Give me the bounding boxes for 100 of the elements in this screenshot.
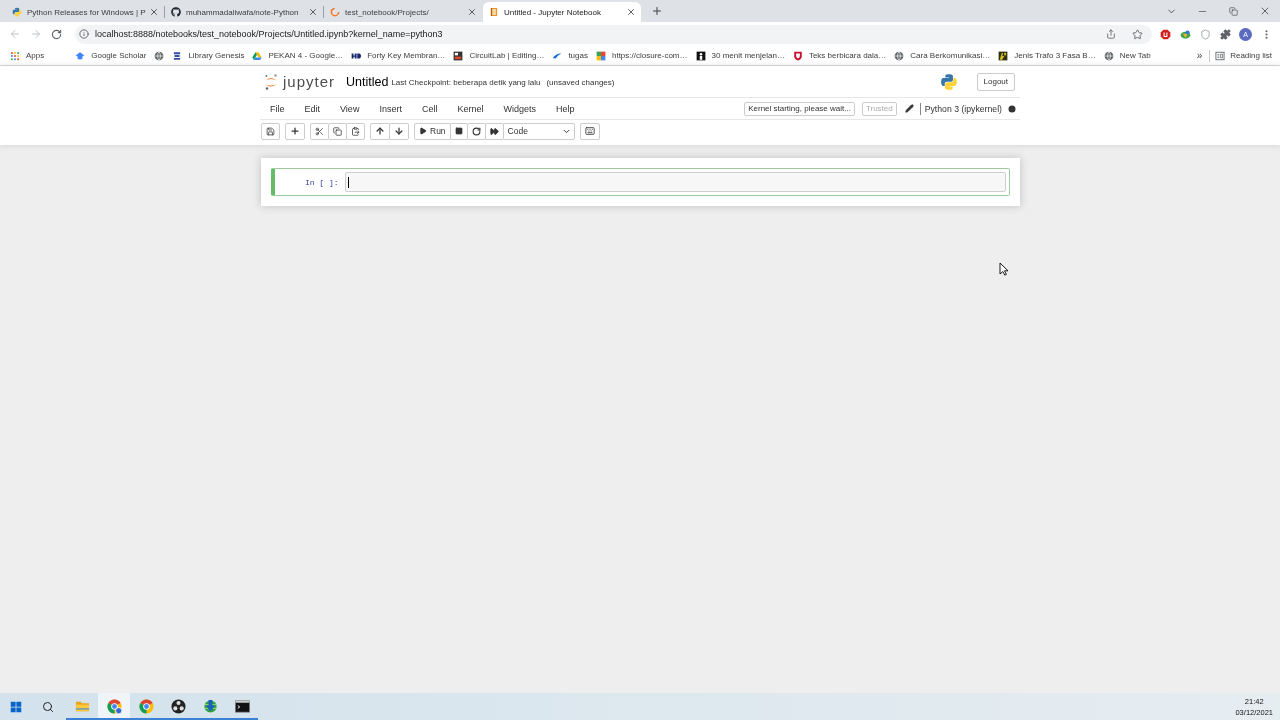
globe-icon	[1103, 50, 1114, 61]
menu-item[interactable]: Edit	[294, 98, 331, 119]
plus-icon	[651, 5, 663, 17]
bookmark[interactable]: Google Scholar	[71, 46, 151, 65]
checkpoint-status: Last Checkpoint: beberapa detik yang lalu	[391, 77, 541, 87]
paste-button[interactable]	[346, 122, 365, 140]
bookmark[interactable]: Library Genesis	[168, 46, 249, 65]
bookmark[interactable]: 30 menit menjelan…	[691, 46, 789, 65]
more-bookmarks-button[interactable]: »	[1192, 50, 1207, 61]
terminal-icon	[234, 699, 250, 714]
menu-item[interactable]: Help	[545, 98, 585, 119]
reading-list-button[interactable]: Reading list	[1215, 50, 1272, 61]
close-icon	[308, 7, 318, 17]
bookmark[interactable]: Teks berbicara dala…	[788, 46, 891, 65]
shield-icon	[1199, 28, 1211, 40]
reading-list-icon	[1215, 50, 1226, 61]
site-logo-icon	[453, 50, 464, 61]
tab-close-button[interactable]	[148, 6, 160, 18]
bookmark[interactable]: CircuitLab | Editing…	[449, 46, 549, 65]
stop-sign-icon	[1159, 28, 1171, 40]
bookmark[interactable]: tugas	[548, 46, 592, 65]
info-icon	[79, 29, 89, 39]
menu-item[interactable]: View	[330, 98, 370, 119]
search-icon	[42, 700, 54, 713]
run-button[interactable]: Run	[414, 122, 451, 140]
tab-close-button[interactable]	[625, 6, 637, 18]
bookmark[interactable]: Cara Berkomunikasi…	[890, 46, 995, 65]
person-figure-icon	[695, 50, 706, 61]
notebook-title[interactable]: Untitled	[346, 74, 389, 89]
tab-close-button[interactable]	[307, 6, 319, 18]
site-logo-icon	[595, 50, 606, 61]
mouse-pointer-icon	[999, 262, 1009, 276]
swoosh-icon	[552, 50, 563, 61]
share-icon	[1106, 29, 1116, 39]
browser-tab[interactable]: muhammadaliwafa/note-Python	[165, 2, 323, 22]
bookmark[interactable]: New Tab	[1099, 46, 1155, 65]
globe-arrow-icon	[202, 699, 218, 714]
menu-item[interactable]: Insert	[369, 98, 412, 119]
globe-icon	[894, 50, 905, 61]
apps-grid-icon	[10, 50, 20, 61]
python-logo-icon	[12, 7, 22, 17]
restart-icon	[471, 126, 481, 136]
bookmark[interactable]: PEKAN 4 - Google…	[248, 46, 348, 65]
tab-close-button[interactable]	[466, 6, 478, 18]
bookmark[interactable]: Forty Key Membran…	[347, 46, 450, 65]
kernel-status-dot-icon	[1008, 104, 1016, 113]
chrome-profile-icon	[106, 699, 122, 714]
close-icon	[626, 7, 636, 17]
book-stack-icon	[172, 50, 183, 61]
code-input-field[interactable]	[344, 172, 1006, 192]
kernel-name: Python 3 (ipykernel)	[919, 102, 1002, 115]
puzzle-icon	[1219, 28, 1231, 40]
browser-tab[interactable]: Untitled - Jupyter Notebook	[483, 2, 641, 22]
arrow-right-icon	[29, 28, 42, 40]
code-cell[interactable]: In [ ]:	[270, 168, 1010, 196]
menu-item[interactable]: Kernel	[447, 98, 494, 119]
move-down-button[interactable]	[389, 122, 409, 140]
stop-icon	[454, 127, 463, 135]
cell-type-select[interactable]: Code	[502, 122, 575, 140]
close-icon	[467, 7, 477, 17]
restore-icon	[1229, 6, 1238, 16]
github-icon	[171, 7, 181, 17]
pencil-icon	[904, 104, 914, 113]
play-icon	[419, 127, 427, 135]
restart-run-all-button[interactable]	[484, 122, 504, 140]
browser-tab[interactable]: test_notebook/Projects/	[324, 2, 482, 22]
jupyter-logo[interactable]: jupyter	[263, 73, 336, 90]
menu-item[interactable]: Widgets	[493, 98, 546, 119]
shield-logo-icon	[792, 50, 803, 61]
notebook-icon	[489, 7, 499, 17]
star-icon	[1131, 28, 1143, 40]
python-logo-icon	[939, 72, 958, 91]
save-button[interactable]	[261, 122, 280, 140]
loading-spinner-icon	[330, 7, 340, 17]
bookmark[interactable]: Apps	[6, 46, 49, 65]
restart-button[interactable]	[466, 122, 486, 140]
menu-item[interactable]: Cell	[411, 98, 448, 119]
triangle-logo-icon	[252, 50, 263, 61]
bookmark[interactable]: https://closure-com…	[591, 46, 692, 65]
mortarboard-icon	[75, 50, 86, 61]
cut-button[interactable]	[310, 122, 329, 140]
address-url: localhost:8888/notebooks/test_notebook/Projects/Untitled.ipynb?kernel_name=python3	[95, 29, 444, 39]
insert-cell-button[interactable]	[285, 122, 305, 140]
logout-button[interactable]: Logout	[976, 72, 1015, 91]
bookmark[interactable]: Jenis Trafo 3 Fasa B…	[994, 46, 1100, 65]
reload-icon	[51, 28, 62, 40]
autosave-status: (unsaved changes)	[546, 77, 615, 87]
paste-icon	[351, 126, 360, 136]
arrow-up-icon	[375, 126, 385, 136]
command-palette-button[interactable]	[579, 122, 600, 140]
arrow-left-icon	[8, 28, 21, 40]
jupyter-orbit-icon	[263, 73, 279, 90]
copy-icon	[333, 126, 342, 136]
menu-item[interactable]: File	[260, 98, 295, 119]
browser-tab[interactable]: Python Releases for Windows | P	[6, 2, 164, 22]
keyboard-icon	[584, 126, 595, 136]
copy-button[interactable]	[328, 122, 347, 140]
address-bar[interactable]: localhost:8888/notebooks/test_notebook/Projects/Untitled.ipynb?kernel_name=python3	[75, 24, 1152, 44]
move-up-button[interactable]	[370, 122, 390, 140]
interrupt-button[interactable]	[449, 122, 468, 140]
